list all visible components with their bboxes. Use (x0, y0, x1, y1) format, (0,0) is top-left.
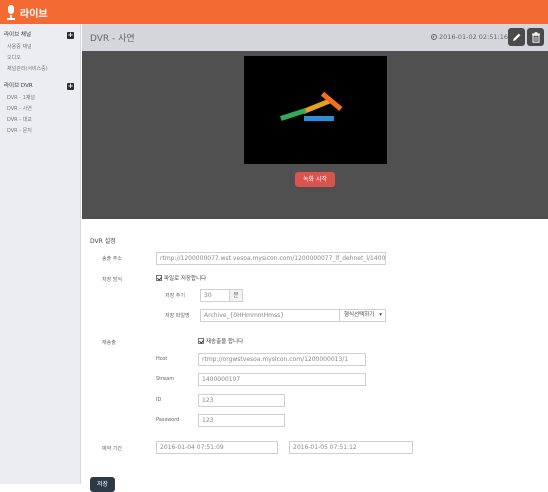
logo-icon (280, 91, 343, 121)
save-period-label: 저장 주기 (165, 293, 185, 299)
sidebar-item-dvr-3[interactable]: DVR - 대교 (0, 115, 80, 126)
sidebar-section-live-dvr[interactable]: 라이브 DVR + (0, 80, 80, 93)
receive-address-input[interactable]: rtmp://1200000077.wst.vesoa.mysicon.com/… (156, 252, 386, 265)
delete-button[interactable] (527, 28, 544, 46)
main-content: DVR - 사연 2016-01-02 02:51:16 녹화 시작 DVR 설… (82, 24, 548, 492)
id-input[interactable]: 123 (198, 394, 285, 407)
reservation-start-input[interactable]: 2016-01-04 07:51:09 (156, 441, 278, 454)
top-bar: 라이브 (0, 0, 548, 24)
password-input[interactable]: 123 (198, 414, 285, 427)
checkbox-checked-icon (198, 338, 204, 344)
sidebar: 라이브 채널 + 사용중 채널 오디오 채널관리(서비스중) 라이브 DVR +… (0, 24, 81, 484)
save-method-label: 저장 방식 (102, 277, 122, 283)
timestamp: 2016-01-02 02:51:16 (430, 33, 508, 41)
save-button[interactable]: 저장 (90, 477, 115, 492)
checkbox-checked-icon (156, 275, 162, 281)
save-period-unit: 분 (229, 289, 243, 302)
pencil-icon (512, 33, 520, 41)
stream-label: Stream (156, 376, 175, 382)
save-period-input[interactable]: 30 (200, 289, 230, 302)
caret-down-icon: ▾ (379, 312, 382, 318)
sidebar-item-channel-admin[interactable]: 채널관리(서비스중) (0, 64, 80, 75)
id-label: ID (156, 397, 162, 403)
host-label: Host (156, 356, 168, 362)
reservation-end-input[interactable]: 2016-01-05 07:51:12 (289, 441, 413, 454)
save-filename-input[interactable]: Archive_{0HHmmmHmss} (200, 309, 340, 322)
stream-input[interactable]: 1400000107 (198, 373, 366, 386)
clock-icon (430, 34, 437, 40)
edit-button[interactable] (508, 28, 525, 46)
page-title: DVR - 사연 (90, 34, 135, 44)
relay-label: 재송출 (102, 340, 116, 346)
record-start-button[interactable]: 녹화 시작 (295, 172, 335, 187)
sidebar-section-label: 라이브 채널 (4, 32, 32, 38)
page-header: DVR - 사연 2016-01-02 02:51:16 (82, 24, 548, 51)
relay-checkbox-label: 재송출을 합니다 (206, 339, 244, 345)
save-filename-label: 저장 파일명 (165, 313, 190, 319)
filename-format-dropdown-label: 형식선택하기 (344, 312, 375, 318)
save-file-checkbox[interactable]: 파일로 저장합니다 (156, 274, 206, 282)
save-file-checkbox-label: 파일로 저장합니다 (164, 276, 207, 282)
sidebar-section-live-channel[interactable]: 라이브 채널 + (0, 29, 80, 42)
sidebar-item-audio[interactable]: 오디오 (0, 53, 80, 64)
host-input[interactable]: rtmp://orgwstvesoa.mysicon.com/120000001… (198, 353, 366, 366)
receive-address-label: 송출 주소 (102, 256, 122, 262)
timestamp-text: 2016-01-02 02:51:16 (438, 33, 508, 41)
reservation-label: 예약 기간 (102, 446, 122, 452)
add-dvr-icon[interactable]: + (67, 83, 74, 90)
dvr-settings-form: DVR 설정 송출 주소 rtmp://1200000077.wst.vesoa… (82, 219, 548, 492)
sidebar-item-dvr-4[interactable]: DVR - 문지 (0, 126, 80, 137)
sidebar-item-dvr-1[interactable]: DVR - 1채널 (0, 93, 80, 104)
password-label: Password (156, 417, 180, 423)
add-channel-icon[interactable]: + (67, 32, 74, 39)
trash-icon (531, 31, 540, 43)
video-player[interactable] (244, 56, 387, 164)
microphone-icon (6, 5, 16, 20)
app-title: 라이브 (20, 8, 48, 20)
relay-checkbox[interactable]: 재송출을 합니다 (198, 337, 243, 345)
sidebar-item-channel-in-use[interactable]: 사용중 채널 (0, 42, 80, 53)
video-preview-area: 녹화 시작 (82, 51, 548, 219)
sidebar-item-dvr-2[interactable]: DVR - 사연 (0, 104, 80, 115)
sidebar-section-label: 라이브 DVR (4, 83, 33, 89)
filename-format-dropdown[interactable]: 형식선택하기 ▾ (339, 309, 386, 322)
section-title: DVR 설정 (90, 238, 116, 245)
